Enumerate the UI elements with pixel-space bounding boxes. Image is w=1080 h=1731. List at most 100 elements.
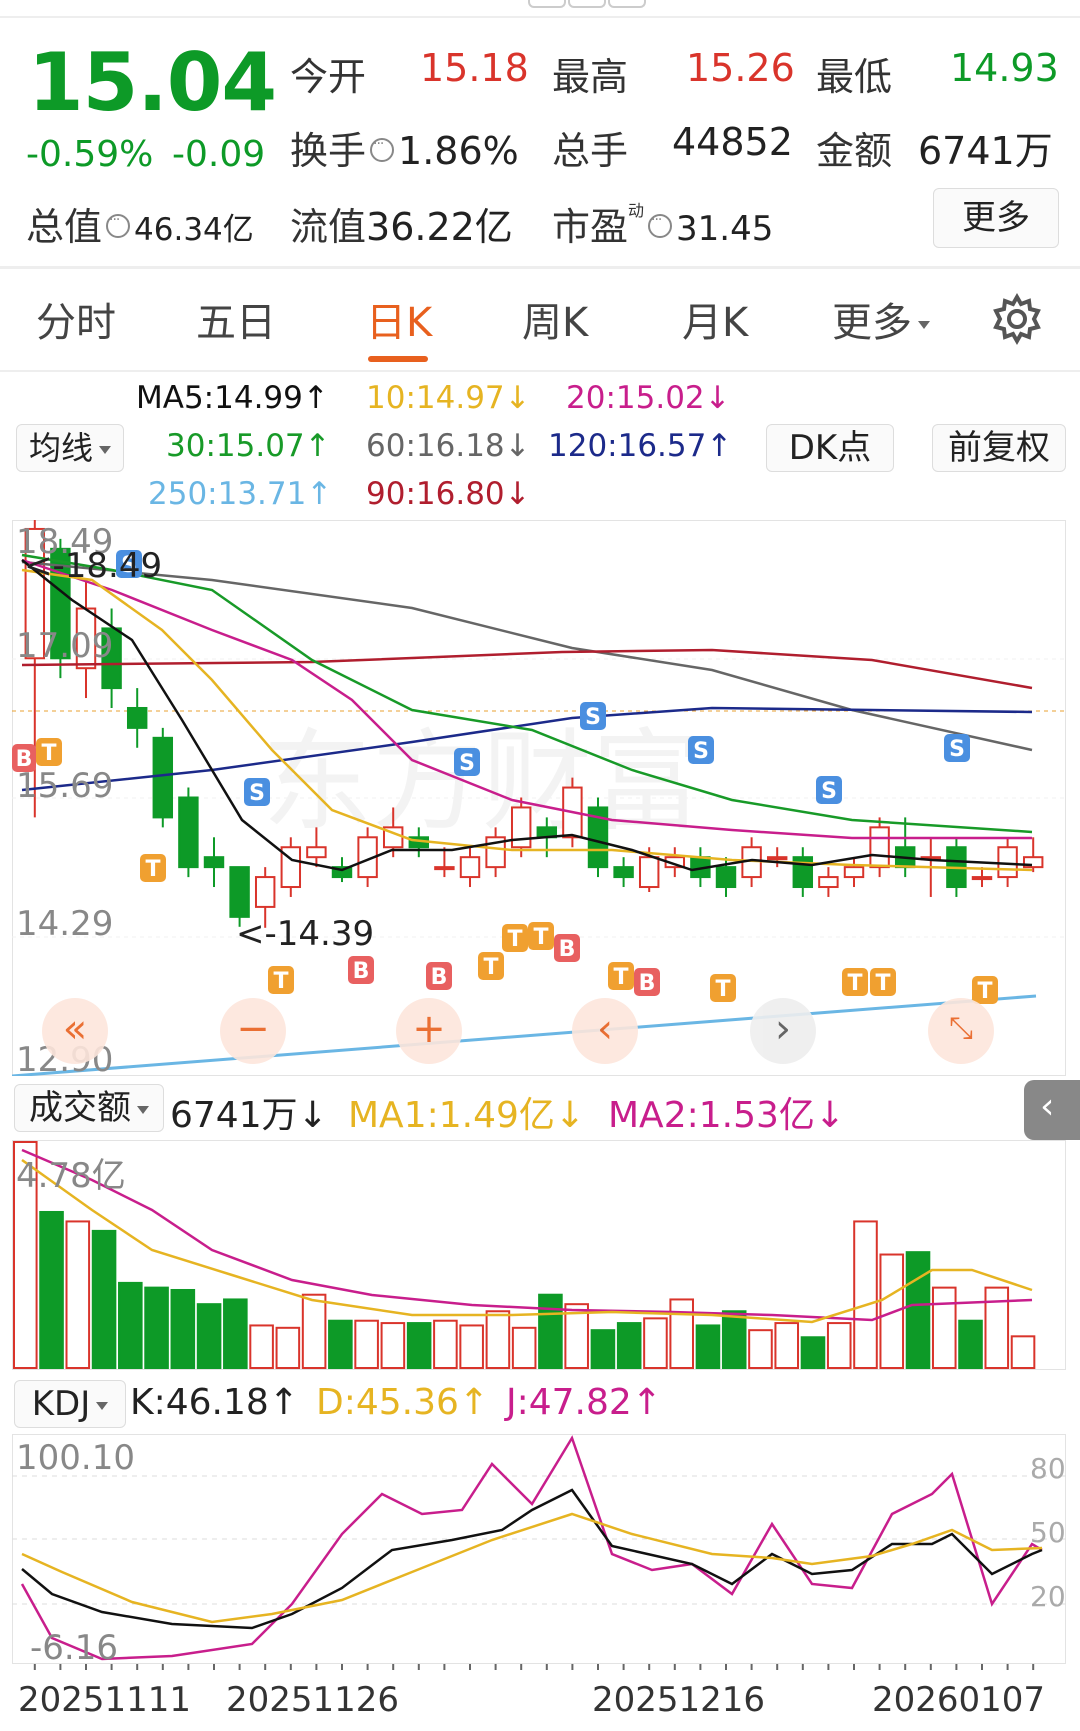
info-icon[interactable]: [648, 212, 673, 238]
sell-marker: S: [454, 748, 480, 776]
tab-monthly-k[interactable]: 月K: [682, 290, 748, 348]
b-marker: B: [348, 956, 374, 984]
ma5-legend: MA5:14.99↑: [136, 380, 329, 416]
svg-text:T: T: [507, 927, 522, 952]
date-label-2: 20251126: [226, 1680, 400, 1720]
kdj-j-value: J:47.82↑: [506, 1382, 662, 1423]
volume-chart[interactable]: [12, 1140, 1066, 1370]
chevron-down-icon: [137, 1105, 149, 1114]
y-label-3: 15.69: [16, 766, 114, 806]
sell-marker: S: [580, 702, 606, 730]
volume-bar: [354, 1319, 379, 1369]
tab-daily-k[interactable]: 日K: [366, 290, 432, 348]
svg-text:T: T: [145, 857, 160, 882]
adjust-button[interactable]: 前复权: [932, 424, 1066, 472]
svg-text:T: T: [273, 969, 288, 994]
ma10-legend: 10:14.97↓: [366, 380, 531, 416]
high-value: 15.26: [686, 46, 795, 90]
volume-bar: [643, 1317, 668, 1370]
zoom-in-button[interactable]: +: [396, 998, 462, 1064]
collapse-tab[interactable]: ‹: [1024, 1080, 1080, 1140]
svg-text:T: T: [715, 977, 730, 1002]
ma90-line: [21, 648, 1033, 690]
ma60-legend: 60:16.18↓: [366, 428, 531, 464]
header-divider: [0, 266, 1080, 269]
t-marker: T: [870, 968, 896, 996]
ma250-legend: 250:13.71↑: [148, 476, 333, 512]
settings-gear-icon[interactable]: [990, 292, 1044, 346]
svg-text:T: T: [41, 741, 56, 766]
svg-text:T: T: [483, 955, 498, 980]
dk-point-button[interactable]: DK点: [766, 424, 894, 472]
volume-bar: [800, 1336, 826, 1369]
candle-body: [510, 806, 532, 849]
kdj-chart[interactable]: [12, 1434, 1066, 1664]
volume-bar: [65, 1220, 91, 1369]
volume-bar: [984, 1286, 1010, 1369]
svg-text:T: T: [847, 971, 862, 996]
drag-handle-1: [528, 0, 566, 8]
svg-text:B: B: [559, 937, 576, 962]
more-button[interactable]: 更多: [933, 188, 1059, 248]
zoom-out-button[interactable]: −: [220, 998, 286, 1064]
y-label-4: 14.29: [16, 904, 114, 944]
float-cap: 流值36.22亿: [290, 205, 513, 249]
candle-body: [152, 736, 174, 819]
trend-line: [12, 994, 1037, 1076]
volume-bar: [39, 1210, 64, 1369]
date-label-4: 20260107: [872, 1680, 1046, 1720]
change-value: -0.09: [172, 134, 266, 175]
sell-marker: S: [688, 736, 714, 764]
tab-weekly-k[interactable]: 周K: [522, 290, 588, 348]
volume-bar: [669, 1298, 694, 1369]
candle-body: [613, 866, 634, 879]
kdj-right-label-80: 80: [1030, 1452, 1066, 1485]
volume-bar: [459, 1324, 484, 1369]
ma-select[interactable]: 均线: [16, 424, 124, 472]
date-label-3: 20251216: [592, 1680, 766, 1720]
amount-label: 金额: [816, 129, 893, 173]
volume-bar: [301, 1293, 327, 1369]
kline-chart[interactable]: 东方财富 S S S S S S S T B T T B B T T T B T…: [12, 520, 1066, 1076]
svg-text:T: T: [613, 965, 628, 990]
scroll-left-fast-button[interactable]: «: [42, 998, 108, 1064]
volume-bar: [905, 1251, 931, 1369]
tab-more[interactable]: 更多: [832, 290, 930, 348]
kdj-right-label-50: 50: [1030, 1516, 1066, 1549]
kdj-d-value: D:45.36↑: [316, 1382, 490, 1423]
fullscreen-icon[interactable]: ⤡: [928, 998, 994, 1064]
tab-intraday[interactable]: 分时: [36, 290, 116, 348]
volume-select[interactable]: 成交额: [14, 1084, 164, 1132]
t-marker: T: [502, 924, 528, 952]
t-marker: T: [608, 962, 634, 990]
volume-bar: [695, 1324, 721, 1369]
change-percent: -0.59%: [26, 134, 154, 175]
amount-value: 6741万: [918, 129, 1053, 173]
kdj-select[interactable]: KDJ: [14, 1380, 126, 1428]
volume-bar: [406, 1322, 432, 1369]
candle-body: [434, 866, 455, 871]
svg-text:B: B: [353, 959, 370, 984]
tabs-divider: [0, 370, 1080, 372]
low-price-marker: <-14.39: [236, 914, 375, 954]
kdj-right-label-20: 20: [1030, 1580, 1066, 1613]
tab-five-day[interactable]: 五日: [196, 290, 276, 348]
scroll-right-button[interactable]: ›: [750, 998, 816, 1064]
active-tab-indicator: [368, 356, 428, 362]
volume-max-label: 4.78亿: [16, 1156, 126, 1196]
info-icon[interactable]: [106, 212, 131, 238]
volume-bar: [144, 1286, 169, 1369]
scroll-left-button[interactable]: ‹: [572, 998, 638, 1064]
pe-ratio: 市盈动31.45: [552, 196, 773, 251]
svg-text:S: S: [693, 739, 709, 764]
volume-bar: [826, 1322, 852, 1369]
candle-body: [843, 866, 865, 879]
current-price: 15.04: [28, 36, 277, 129]
low-value: 14.93: [950, 46, 1059, 90]
t-marker: T: [268, 966, 294, 994]
info-icon[interactable]: [370, 136, 395, 162]
kdj-top-label: 100.10: [16, 1438, 135, 1478]
volume-bar: [1010, 1335, 1036, 1369]
volume-bar: [249, 1324, 274, 1369]
ma20-legend: 20:15.02↓: [566, 380, 731, 416]
